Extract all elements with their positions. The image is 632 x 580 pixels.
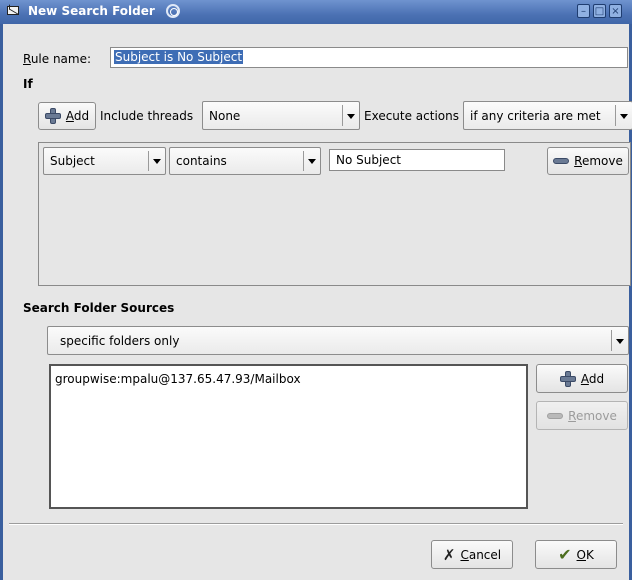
include-threads-select[interactable]: None	[202, 101, 360, 130]
remove-source-label: Remove	[568, 408, 617, 423]
add-icon	[44, 108, 61, 124]
window-title: New Search Folder	[28, 4, 155, 18]
sources-scope-select[interactable]: specific folders only	[47, 326, 629, 355]
ok-check-icon: ✔	[558, 544, 572, 564]
if-heading: If	[23, 77, 33, 91]
sources-folder-list[interactable]: groupwise:mpalu@137.65.47.93/Mailbox	[49, 364, 528, 509]
folder-list-item[interactable]: groupwise:mpalu@137.65.47.93/Mailbox	[55, 372, 301, 386]
rule-name-input[interactable]: Subject is No Subject	[110, 47, 628, 68]
cancel-icon: ✗	[442, 545, 456, 564]
criteria-field-select[interactable]: Subject	[43, 147, 166, 175]
sources-heading: Search Folder Sources	[23, 301, 175, 315]
criteria-value-text: No Subject	[336, 153, 401, 167]
add-criteria-label: Add	[65, 109, 90, 123]
chevron-down-icon	[308, 159, 316, 164]
rule-name-label: Rule name:	[23, 52, 92, 66]
criteria-value-input[interactable]: No Subject	[329, 149, 505, 171]
cancel-label: Cancel	[460, 547, 502, 562]
remove-source-button[interactable]: Remove	[536, 401, 628, 430]
criteria-list: Subject contains No Subject Remove	[38, 142, 631, 286]
footer-separator	[9, 523, 623, 525]
sources-scope-value: specific folders only	[60, 334, 180, 348]
chevron-down-icon	[620, 113, 628, 119]
chevron-down-icon	[347, 113, 355, 119]
criteria-operator-select[interactable]: contains	[169, 147, 321, 175]
mail-icon	[7, 6, 19, 15]
remove-icon	[553, 158, 570, 164]
execute-actions-select[interactable]: if any criteria are met	[463, 101, 632, 130]
remove-icon	[547, 412, 564, 419]
chevron-down-icon	[153, 159, 161, 164]
remove-criteria-label: Remove	[574, 154, 623, 168]
execute-actions-label: Execute actions	[364, 109, 459, 123]
swirl-logo-icon	[166, 4, 180, 18]
add-criteria-button[interactable]: Add	[38, 102, 96, 130]
include-threads-label: Include threads	[100, 109, 194, 123]
execute-actions-value: if any criteria are met	[470, 109, 601, 123]
add-icon	[559, 370, 576, 387]
close-icon[interactable]: ×	[609, 4, 622, 18]
cancel-button[interactable]: ✗ Cancel	[431, 540, 513, 569]
minimize-icon[interactable]: –	[577, 4, 590, 18]
ok-button[interactable]: ✔ OK	[535, 540, 617, 569]
add-source-button[interactable]: Add	[536, 364, 628, 393]
dialog-window: New Search Folder – □ × Rule name: Subje…	[0, 0, 632, 580]
criteria-field-value: Subject	[50, 154, 95, 168]
title-bar[interactable]: New Search Folder – □ ×	[0, 0, 632, 24]
criteria-operator-value: contains	[176, 154, 227, 168]
chevron-down-icon	[616, 338, 624, 344]
remove-criteria-button[interactable]: Remove	[547, 147, 629, 175]
ok-label: OK	[576, 547, 594, 562]
include-threads-value: None	[209, 109, 241, 123]
rule-name-value: Subject is No Subject	[114, 50, 244, 64]
add-source-label: Add	[580, 371, 605, 386]
maximize-icon[interactable]: □	[593, 4, 606, 18]
